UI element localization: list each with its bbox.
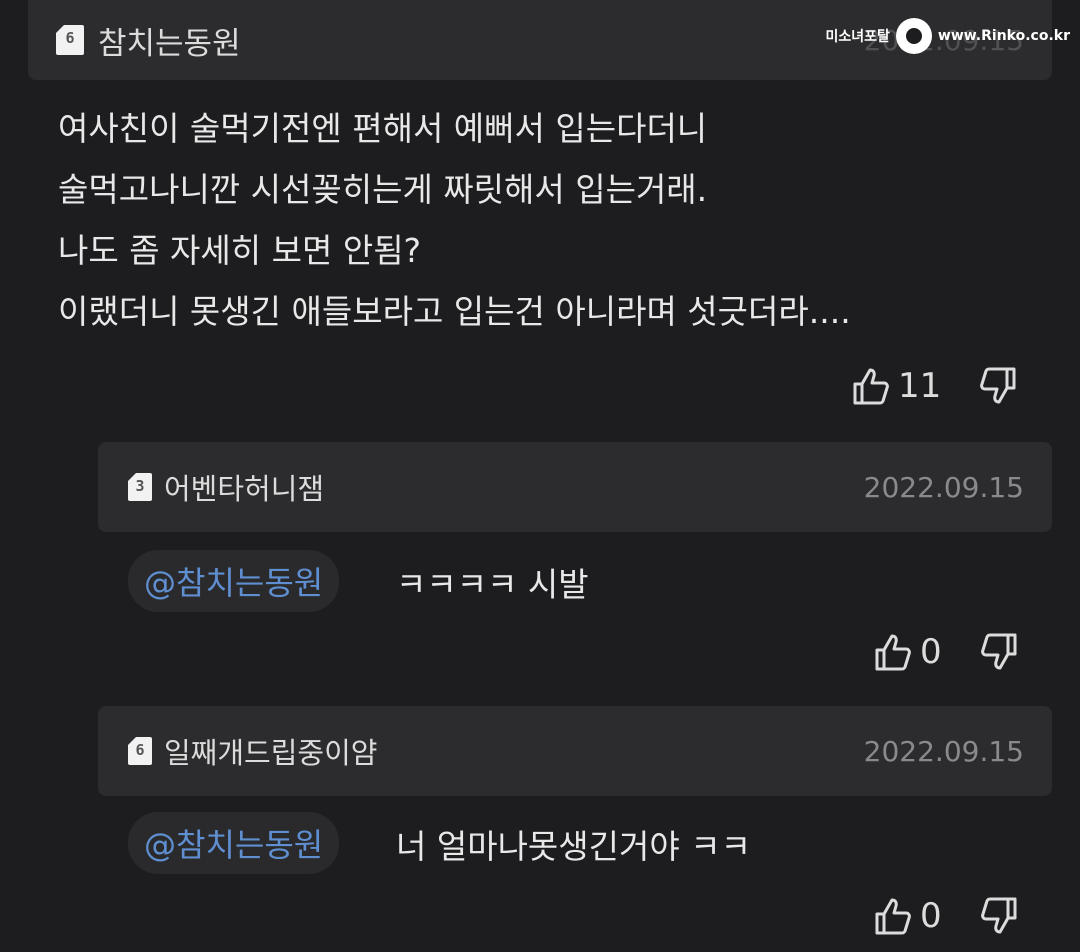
level-badge-icon: 6 — [128, 737, 152, 765]
thumbs-down-icon[interactable] — [979, 366, 1017, 406]
thumbs-down-icon[interactable] — [980, 896, 1018, 936]
watermark-logo-icon — [895, 18, 932, 54]
like-count: 11 — [898, 366, 942, 406]
reply-header: 3 어벤타허니잼 2022.09.15 — [98, 442, 1052, 532]
thumbs-up-icon[interactable] — [874, 632, 912, 672]
level-badge-icon: 3 — [128, 473, 152, 501]
like-count: 0 — [920, 632, 942, 672]
mention-tag[interactable]: @참치는동원 — [128, 550, 340, 612]
vote-bar: 11 — [852, 366, 1017, 406]
vote-bar: 0 — [874, 632, 1018, 672]
author-name[interactable]: 어벤타허니잼 — [164, 466, 324, 508]
reply-date: 2022.09.15 — [863, 470, 1024, 504]
reply-header: 6 일째개드립중이얌 2022.09.15 — [98, 706, 1052, 796]
author-name[interactable]: 참치는동원 — [98, 18, 241, 63]
thumbs-down-icon[interactable] — [980, 632, 1018, 672]
comment-body: 여사친이 술먹기전엔 편해서 예뻐서 입는다더니 술먹고나니깐 시선꽂히는게 짜… — [58, 98, 851, 342]
comment-line: 이랬더니 못생긴 애들보라고 입는건 아니라며 섯긋더라.... — [58, 292, 851, 331]
comment-line: 나도 좀 자세히 보면 안됨? — [58, 231, 422, 270]
like-count: 0 — [920, 896, 942, 936]
comment-line: 술먹고나니깐 시선꽂히는게 짜릿해서 입는거래. — [58, 170, 708, 209]
reply-date: 2022.09.15 — [863, 734, 1024, 768]
comment-line: 여사친이 술먹기전엔 편해서 예뻐서 입는다더니 — [58, 109, 708, 148]
author-name[interactable]: 일째개드립중이얌 — [164, 730, 377, 772]
mention-tag[interactable]: @참치는동원 — [128, 812, 340, 874]
thumbs-up-icon[interactable] — [874, 896, 912, 936]
vote-bar: 0 — [874, 896, 1018, 936]
watermark: 미소녀포탈 www.Rinko.co.kr — [826, 18, 1070, 54]
level-badge-icon: 6 — [56, 25, 84, 55]
thumbs-up-icon[interactable] — [852, 366, 890, 406]
reply-text: 너 얼마나못생긴거야 ㅋㅋ — [396, 827, 751, 866]
reply-text: ㅋㅋㅋㅋ 시발 — [396, 565, 589, 604]
